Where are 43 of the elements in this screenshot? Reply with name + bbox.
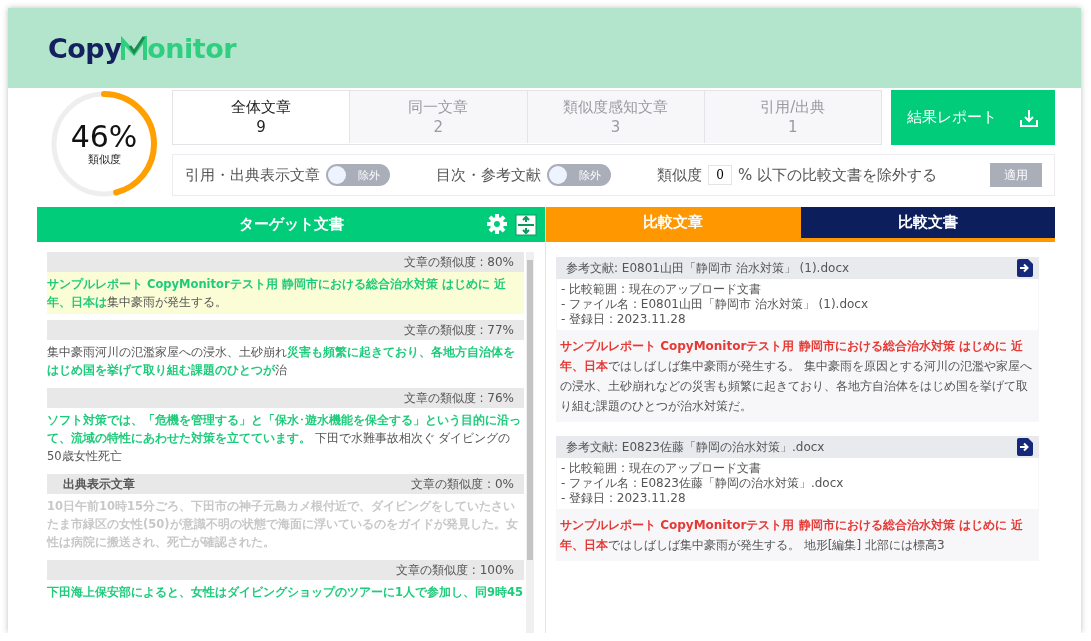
sentence-text[interactable]: ソフト対策では、「危機を管理する」と「保水･遊水機能を保全する」という目的に沿って、流域の特性にあわせた対策を立てています。 下田で水難事故相次ぐ ダイビングの50歳女性死亡 [47,408,524,468]
compare-tab[interactable]: 比較文章 [546,207,801,238]
filter-tab[interactable]: 同一文章 2 [349,91,527,143]
source-detail: - ファイル名 : E0801山田「静岡市 治水対策」 (1).docx [561,297,870,312]
sentence-text[interactable]: サンプルレポート CopyMonitorテスト用 静岡市における総合治水対策 はじめに 近年、日本は集中豪雨が発生する。 [47,272,524,314]
source-detail: - 比較範囲 : 現在のアップロード文書 [561,282,762,297]
sentence-similarity: 文章の類似度 : 100% [396,561,514,579]
filter-tab[interactable]: 類似度感知文章 3 [526,91,704,143]
source-text: サンプルレポート CopyMonitorテスト用 静岡市における総合治水対策 はじめに 近年、日本ではしばしば集中豪雨が発生する。 集中豪雨を原因とする河川の氾濫や家屋への浸水、土砂崩れなどの災害も頻繁に起きており、各地方自治体をはじめ国を挙げて取り組む課題のひとつが治水対策だ。 [559,338,1033,415]
settings-icon[interactable] [487,214,507,234]
citation-label: 出典表示文章 [63,475,135,493]
source-detail: - 比較範囲 : 現在のアップロード文書 [561,461,762,476]
similarity-label: 類似度 [87,151,121,167]
expand-icon[interactable] [515,214,537,236]
compare-tab[interactable]: 比較文書 [800,207,1055,238]
sentence-text[interactable]: 集中豪雨河川の氾濫家屋への浸水、土砂崩れ災害も頻繁に起きており、各地方自治体をはじめ国を挙げて取り組む課題のひとつが治 [47,340,524,382]
sentence-similarity: 文章の類似度 : 77% [403,321,514,339]
threshold-field[interactable]: 0 [708,165,732,185]
sentence-text[interactable]: 下田海上保安部によると、女性はダイビングショップのツアーに1人で参加し、同9時45 [47,580,524,604]
toc-label: 目次・参考文献 [436,165,541,185]
filter-tab[interactable]: 引用/出典 1 [703,91,881,143]
target-title: ターゲット文書 [238,215,344,234]
report-button[interactable]: 結果レポート [891,90,1055,145]
sentence-similarity: 文章の類似度 : 76% [403,389,514,407]
file-arrow-icon[interactable] [1017,259,1033,277]
source-detail: - 登録日 : 2023.11.28 [561,312,687,327]
source-title: 参考文献: E0823佐藤「静岡の治水対策」.docx [566,438,825,456]
download-icon [1019,107,1039,128]
source-text: サンプルレポート CopyMonitorテスト用 静岡市における総合治水対策 はじめに 近年、日本ではしばしば集中豪雨が発生する。 地形[編集] 北部には標高3 [559,517,1024,554]
sentence-similarity: 文章の類似度 : 80% [403,253,514,271]
source-detail: - ファイル名 : E0823佐藤「静岡の治水対策」.docx [561,476,845,491]
threshold-label: 類似度 [657,165,702,185]
logo: Copy onitor [48,32,237,64]
source-detail: - 登録日 : 2023.11.28 [561,491,687,506]
threshold-text: % 以下の比較文書を除外する [738,165,938,185]
scrollbar[interactable] [526,252,534,633]
similarity-value: 46% [70,121,138,152]
citation-toggle[interactable]: 除外 [326,164,390,186]
file-arrow-icon[interactable] [1017,438,1033,456]
citation-label: 引用・出典表示文章 [185,165,320,185]
source-title: 参考文献: E0801山田「静岡市 治水対策」 (1).docx [566,259,850,277]
toc-toggle[interactable]: 除外 [547,164,611,186]
sentence-similarity: 文章の類似度 : 0% [411,475,514,493]
